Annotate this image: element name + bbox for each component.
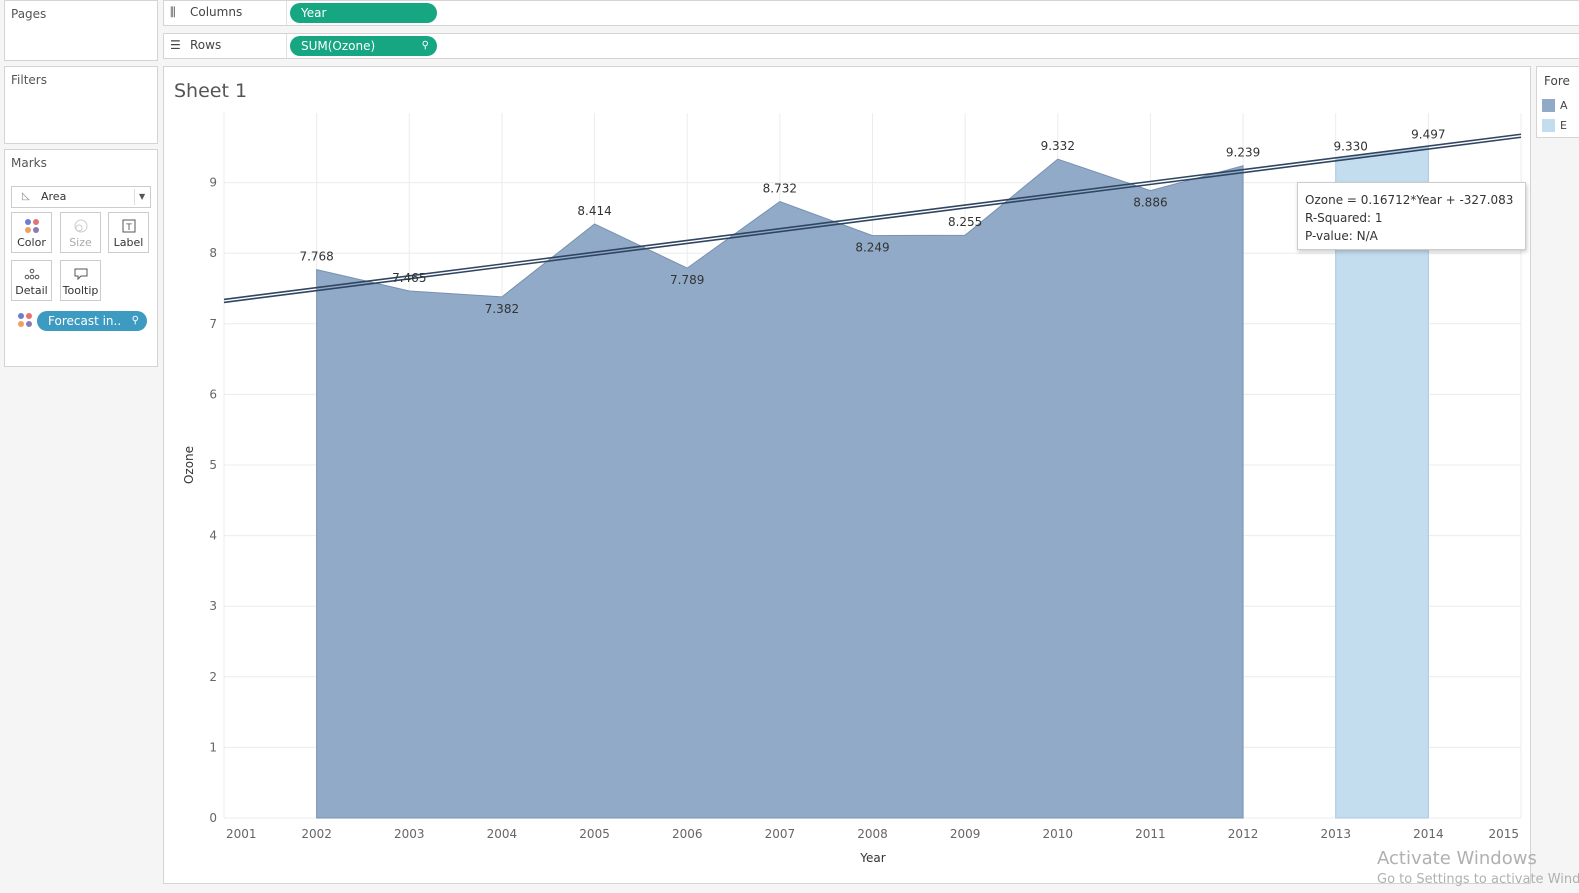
x-tick-label: 2002 (301, 827, 332, 841)
y-tick-label: 6 (209, 387, 217, 401)
activate-windows-subtitle: Go to Settings to activate Windows. (1377, 872, 1579, 887)
x-tick-label: 2015 (1488, 827, 1519, 841)
x-tick-label: 2008 (857, 827, 888, 841)
x-tick-label: 2009 (950, 827, 981, 841)
x-tick-label: 2011 (1135, 827, 1166, 841)
data-label: 9.332 (1041, 139, 1075, 153)
y-tick-label: 9 (209, 176, 217, 190)
x-tick-label: 2004 (487, 827, 518, 841)
x-tick-label: 2014 (1413, 827, 1444, 841)
x-tick-label: 2006 (672, 827, 703, 841)
y-tick-label: 8 (209, 246, 217, 260)
legend-swatch-estimate (1542, 119, 1555, 132)
legend-title: Fore (1544, 74, 1570, 88)
data-label: 8.249 (855, 241, 889, 255)
x-tick-label: 2003 (394, 827, 425, 841)
y-tick-label: 1 (209, 740, 217, 754)
tooltip-r-squared: R-Squared: 1 (1305, 211, 1383, 225)
data-label: 9.330 (1334, 139, 1368, 153)
legend-swatch-actual (1542, 99, 1555, 112)
data-label: 7.789 (670, 273, 704, 287)
y-tick-label: 0 (209, 811, 217, 825)
x-tick-label: 2012 (1228, 827, 1259, 841)
data-label: 9.497 (1411, 128, 1445, 142)
ozone-chart[interactable]: 7.768 7.465 7.382 8.414 7.789 8.732 8.249 8.255… (0, 0, 1579, 893)
data-label: 8.255 (948, 215, 982, 229)
x-tick-label: 2013 (1320, 827, 1351, 841)
legend-label-estimate: E (1560, 119, 1567, 132)
tooltip-p-value: P-value: N/A (1305, 229, 1378, 243)
x-tick-label: 2005 (579, 827, 610, 841)
y-tick-label: 4 (209, 529, 217, 543)
y-tick-label: 2 (209, 670, 217, 684)
x-tick-label: 2001 (226, 827, 257, 841)
y-tick-label: 5 (209, 458, 217, 472)
tooltip-equation: Ozone = 0.16712*Year + -327.083 (1305, 193, 1514, 207)
area-series-A (316, 158, 1244, 819)
forecast-legend[interactable]: Fore A E (1536, 66, 1579, 138)
y-axis-title: Ozone (182, 446, 196, 484)
y-tick-label: 7 (209, 317, 217, 331)
legend-label-actual: A (1560, 99, 1568, 112)
data-label: 7.768 (299, 250, 333, 264)
y-tick-label: 3 (209, 599, 217, 613)
data-label: 7.465 (392, 271, 426, 285)
data-label: 8.414 (577, 204, 611, 218)
data-label: 9.239 (1226, 146, 1260, 160)
data-label: 8.732 (763, 182, 797, 196)
x-tick-label: 2007 (765, 827, 796, 841)
data-label: 7.382 (485, 302, 519, 316)
activate-windows-title: Activate Windows (1377, 848, 1537, 869)
x-tick-label: 2010 (1043, 827, 1074, 841)
x-axis-title: Year (859, 851, 885, 865)
trend-tooltip: Ozone = 0.16712*Year + -327.083 R-Square… (1297, 182, 1526, 250)
data-label: 8.886 (1133, 196, 1167, 210)
